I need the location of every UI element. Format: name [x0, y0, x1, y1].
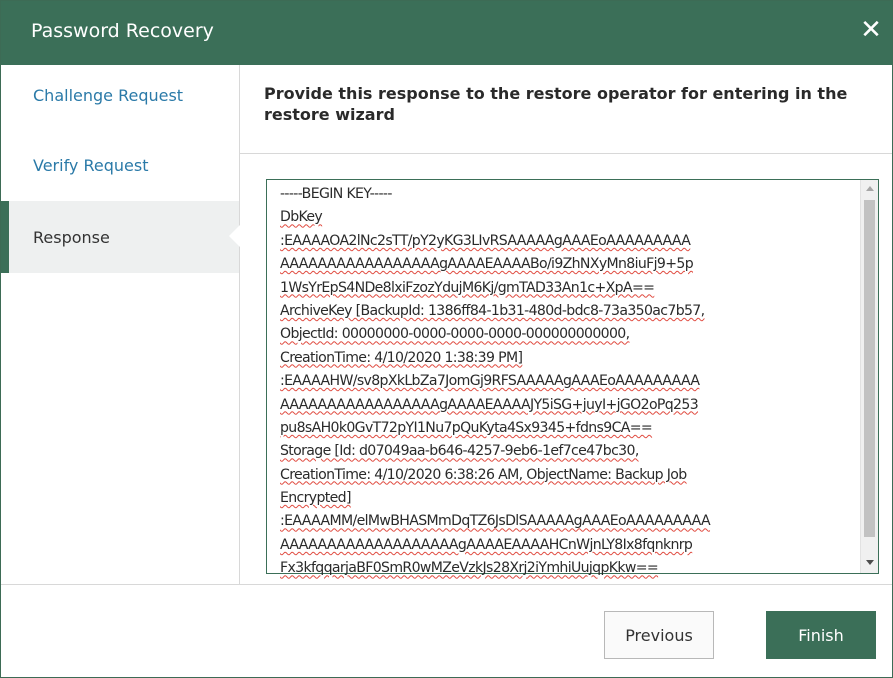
scrollbar-thumb[interactable] [864, 200, 875, 537]
response-key-line: pu8sAH0k0GvT72pYI1Nu7pQuKyta4Sx9345+fdns… [280, 419, 653, 436]
active-step-pointer [229, 225, 240, 247]
response-key-line: Encrypted] [280, 490, 351, 507]
step-header: Provide this response to the restore ope… [240, 65, 892, 154]
wizard-steps-sidebar: Challenge Request Verify Request Respons… [1, 65, 240, 584]
response-key-line: CreationTime: 4/10/2020 1:38:39 PM] [280, 349, 523, 366]
response-key-line: -----BEGIN KEY----- [280, 186, 392, 202]
scroll-up-icon[interactable] [866, 186, 874, 191]
response-key-line: ObjectId: 00000000-0000-0000-0000-000000… [280, 326, 630, 343]
dialog-footer: Previous Finish [1, 584, 892, 677]
response-key-line: Storage [Id: d07049aa-b646-4257-9eb6-1ef… [280, 443, 639, 460]
active-step-indicator [1, 201, 9, 273]
response-key-line: DbKey [280, 209, 323, 226]
response-key-textarea[interactable]: -----BEGIN KEY----- DbKey :EAAAAOA2lNc2sTT… [266, 179, 879, 576]
password-recovery-dialog: Password Recovery ✕ Challenge Request Ve… [0, 0, 893, 678]
response-key-line: AAAAAAAAAAAAAAAAAgAAAAEAAAABo/i9ZhNXyMn8… [280, 256, 694, 273]
response-key-line: :EAAAAHW/sv8pXkLbZa7JomGj9RFSAAAAAgAAAEo… [280, 373, 700, 390]
response-key-line: CreationTime: 4/10/2020 6:38:26 AM, Obje… [280, 466, 687, 483]
step-heading: Provide this response to the restore ope… [264, 84, 848, 124]
response-key-text[interactable]: -----BEGIN KEY----- DbKey :EAAAAOA2lNc2sTT… [280, 183, 860, 581]
sidebar-item-verify-request[interactable]: Verify Request [1, 129, 239, 201]
response-key-line: :EAAAAOA2lNc2sTT/pY2yKG3LIvRSAAAAAgAAAEo… [280, 232, 691, 249]
sidebar-item-challenge-request[interactable]: Challenge Request [1, 65, 239, 137]
close-icon[interactable]: ✕ [856, 13, 886, 47]
response-key-line: ArchiveKey [BackupId: 1386ff84-1b31-480d… [280, 302, 705, 319]
sidebar-item-label: Challenge Request [33, 86, 184, 105]
scroll-down-icon[interactable] [866, 560, 874, 565]
response-key-line: AAAAAAAAAAAAAAAAAAAgAAAAEAAAAHCnWjnLY8Ix… [280, 536, 693, 553]
response-key-line: :EAAAAMM/elMwBHASMmDqTZ6JsDlSAAAAAgAAAEo… [280, 513, 711, 530]
sidebar-item-label: Response [33, 228, 110, 247]
sidebar-item-response[interactable]: Response [1, 201, 240, 273]
response-key-line: AAAAAAAAAAAAAAAAAgAAAAEAAAAJY5iSG+juyI+j… [280, 396, 699, 413]
previous-button[interactable]: Previous [604, 611, 714, 659]
vertical-scrollbar[interactable] [860, 180, 878, 573]
response-key-line: 1WsYrEpS4NDe8lxiFzozYdujM6Kj/gmTAD33An1c… [280, 279, 655, 296]
finish-button[interactable]: Finish [766, 611, 876, 659]
response-key-line: Fx3kfqqarjaBF0SmR0wMZeVzkJs28Xrj2iYmhiUu… [280, 560, 659, 577]
dialog-title: Password Recovery [31, 20, 214, 42]
title-bar: Password Recovery ✕ [1, 1, 892, 65]
sidebar-item-label: Verify Request [33, 156, 149, 175]
